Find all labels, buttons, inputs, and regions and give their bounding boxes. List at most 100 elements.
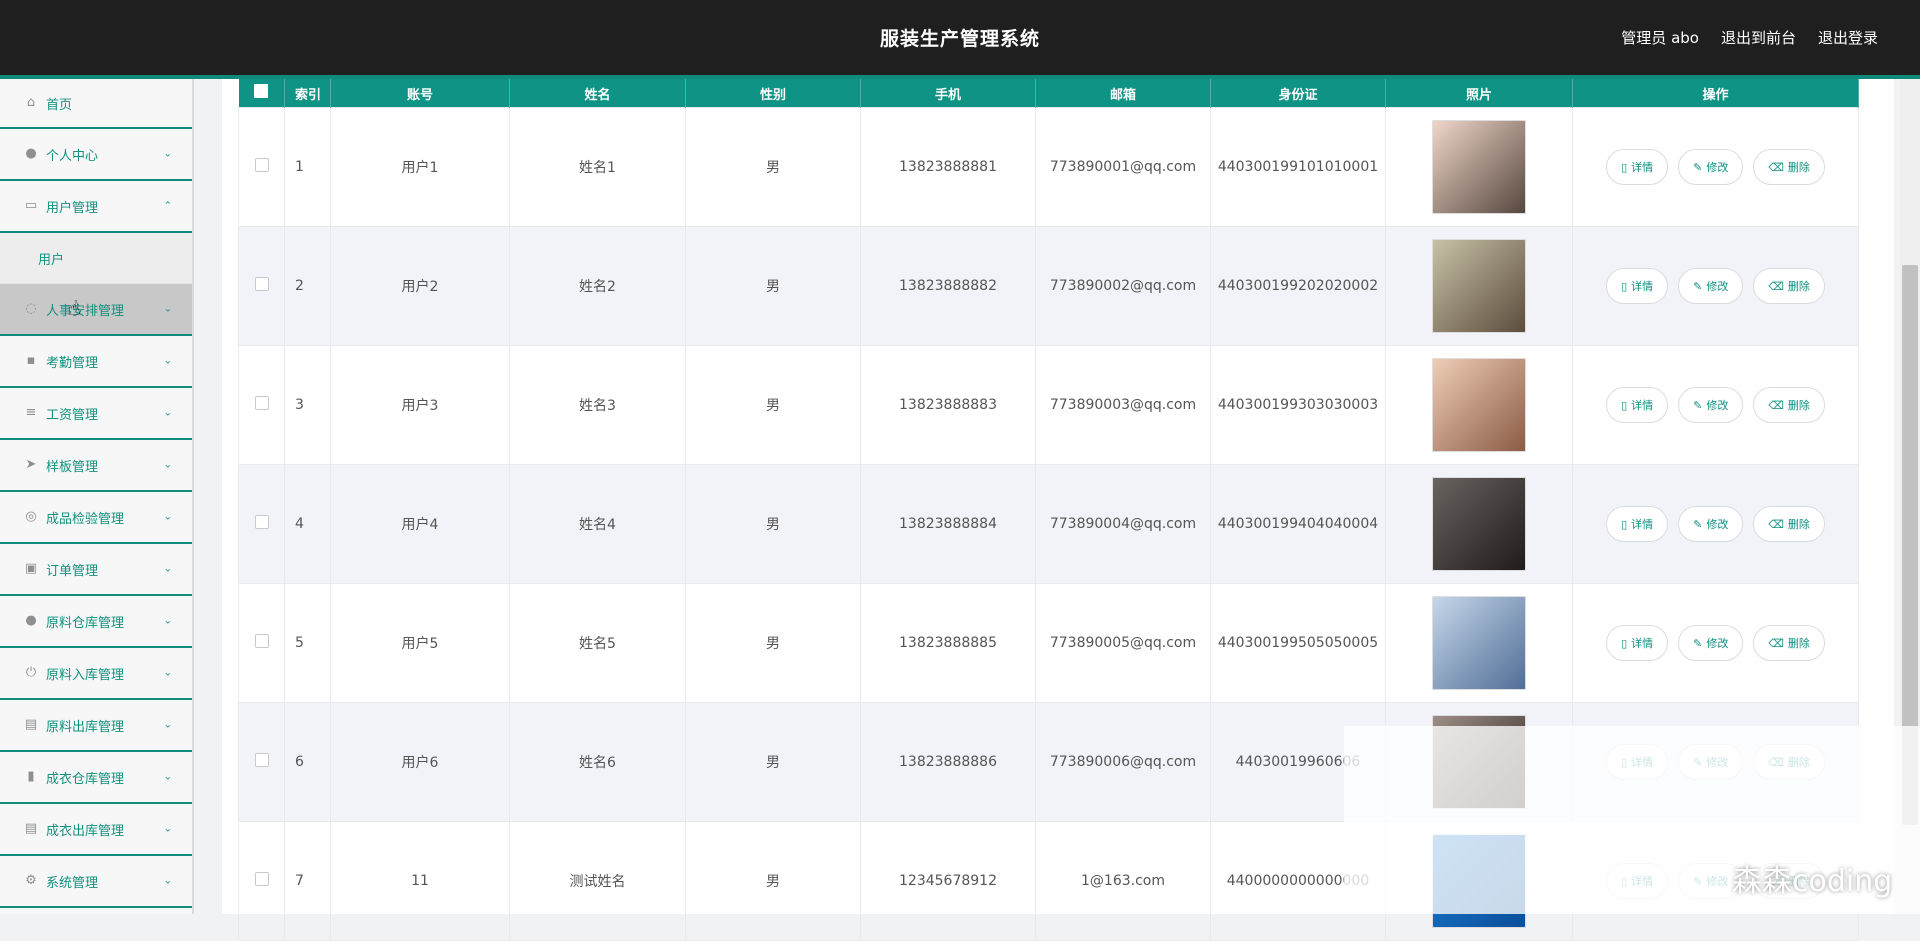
row-checkbox[interactable] [254,634,269,648]
sidebar-item-label: 原料入库管理 [46,667,125,683]
sidebar-item-label: 工资管理 [46,407,99,423]
account-cell: 用户6 [330,702,510,822]
row-checkbox[interactable] [254,396,269,410]
index-cell: 6 [284,702,331,822]
phone-cell: 13823888883 [860,345,1036,465]
idcard-cell: 440300199101010001 [1210,107,1386,227]
trash-icon: ⌫ [1768,398,1784,412]
sidebar-item-label: 原料出库管理 [46,719,125,735]
sidebar-item-personal-center[interactable]: ● 个人中心 ⌄ [0,129,192,181]
bar-chart-icon: ▮ [27,769,35,784]
idcard-cell: 440300199505050005 [1210,583,1386,703]
sidebar-item-inspection[interactable]: ◎ 成品检验管理 ⌄ [0,492,192,544]
delete-button[interactable]: ⌫删除 [1753,387,1825,423]
actions-cell: ▯详情 ✎修改 ⌫删除 [1572,107,1859,227]
sidebar-item-orders[interactable]: ▣ 订单管理 ⌄ [0,544,192,596]
sidebar-item-label: 样板管理 [46,459,99,475]
actions-cell: ▯详情 ✎修改 ⌫删除 [1572,464,1859,584]
sidebar-item-hr-scheduling[interactable]: ◌ 人事安排管理 ⌄ [0,284,192,336]
row-checkbox[interactable] [254,277,269,291]
delete-button[interactable]: ⌫删除 [1753,268,1825,304]
row-select-cell[interactable] [238,107,285,227]
sidebar-item-garment-outbound[interactable]: ▤ 成衣出库管理 ⌄ [0,804,192,856]
delete-button[interactable]: ⌫删除 [1753,506,1825,542]
idcard-cell: 440300199202020002 [1210,226,1386,346]
row-select-cell[interactable] [238,821,285,941]
delete-button[interactable]: ⌫删除 [1753,149,1825,185]
column-header: 身份证 [1210,79,1386,108]
edit-button[interactable]: ✎修改 [1678,149,1744,185]
document-icon: ▯ [1621,398,1628,412]
target-icon: ◎ [25,509,37,524]
sidebar-item-attendance[interactable]: ▪ 考勤管理 ⌄ [0,336,192,388]
chevron-down-icon: ⌄ [163,511,172,523]
logout-link[interactable]: 退出登录 [1818,27,1878,48]
row-select-cell[interactable] [238,702,285,822]
admin-label: 管理员 abo [1621,29,1699,47]
detail-button[interactable]: ▯详情 [1606,149,1669,185]
index-cell: 3 [284,345,331,465]
column-header: 账号 [330,79,510,108]
row-select-cell[interactable] [238,226,285,346]
power-icon: ⏻ [25,665,37,680]
name-cell: 姓名1 [509,107,686,227]
sidebar-item-label: 成衣仓库管理 [46,771,125,787]
sidebar-item-raw-warehouse[interactable]: ● 原料仓库管理 ⌄ [0,596,192,648]
chevron-down-icon: ⌄ [163,771,172,783]
detail-button[interactable]: ▯详情 [1606,625,1669,661]
sidebar: ⌂ 首页 ● 个人中心 ⌄ ▭ 用户管理 ⌃ 用户 ◌ 人事安排管理 ⌄ ▪ 考… [0,79,194,914]
person-icon: ● [25,613,37,628]
row-checkbox[interactable] [254,158,269,172]
chevron-down-icon: ⌄ [163,563,172,575]
detail-button[interactable]: ▯详情 [1606,387,1669,423]
sidebar-item-user-management[interactable]: ▭ 用户管理 ⌃ [0,181,192,233]
row-checkbox[interactable] [254,753,269,767]
row-select-cell[interactable] [238,345,285,465]
chevron-down-icon: ⌄ [163,667,172,679]
user-icon: ● [25,146,37,161]
email-cell: 773890006@qq.com [1035,702,1211,822]
phone-cell: 13823888886 [860,702,1036,822]
exit-to-front-link[interactable]: 退出到前台 [1721,27,1796,48]
sidebar-subitem-user[interactable]: 用户 [0,233,192,284]
edit-button[interactable]: ✎修改 [1678,506,1744,542]
edit-button[interactable]: ✎修改 [1678,625,1744,661]
sidebar-item-raw-outbound[interactable]: ▤ 原料出库管理 ⌄ [0,700,192,752]
edit-button[interactable]: ✎修改 [1678,387,1744,423]
row-checkbox[interactable] [254,515,269,529]
sidebar-item-home[interactable]: ⌂ 首页 [0,79,192,129]
detail-button[interactable]: ▯详情 [1606,506,1669,542]
photo-cell [1385,226,1573,346]
name-cell: 姓名4 [509,464,686,584]
select-all-cell[interactable] [238,79,285,108]
sidebar-item-label: 考勤管理 [46,355,99,371]
row-checkbox[interactable] [254,872,269,886]
account-cell: 用户1 [330,107,510,227]
select-all-checkbox[interactable] [254,84,269,98]
photo-cell [1385,345,1573,465]
email-cell: 773890002@qq.com [1035,226,1211,346]
user-photo [1432,120,1526,214]
chevron-down-icon: ⌄ [163,875,172,887]
sidebar-item-salary[interactable]: ≡ 工资管理 ⌄ [0,388,192,440]
trash-icon: ⌫ [1768,517,1784,531]
column-header: 手机 [860,79,1036,108]
trash-icon: ⌫ [1768,636,1784,650]
detail-button[interactable]: ▯详情 [1606,268,1669,304]
sidebar-item-system[interactable]: ⚙ 系统管理 ⌄ [0,856,192,908]
row-select-cell[interactable] [238,583,285,703]
document-icon: ▯ [1621,160,1628,174]
schedule-icon: ◌ [25,301,37,316]
table-row: 5 用户5 姓名5 男 13823888885 773890005@qq.com… [238,583,1859,703]
account-cell: 11 [330,821,510,941]
trash-icon: ⌫ [1768,279,1784,293]
gender-cell: 男 [685,464,861,584]
sidebar-item-raw-inbound[interactable]: ⏻ 原料入库管理 ⌄ [0,648,192,700]
delete-button[interactable]: ⌫删除 [1753,625,1825,661]
edit-button[interactable]: ✎修改 [1678,268,1744,304]
sidebar-item-garment-warehouse[interactable]: ▮ 成衣仓库管理 ⌄ [0,752,192,804]
email-cell: 773890001@qq.com [1035,107,1211,227]
sidebar-item-sample[interactable]: ➤ 样板管理 ⌄ [0,440,192,492]
row-select-cell[interactable] [238,464,285,584]
idcard-cell: 440300199303030003 [1210,345,1386,465]
